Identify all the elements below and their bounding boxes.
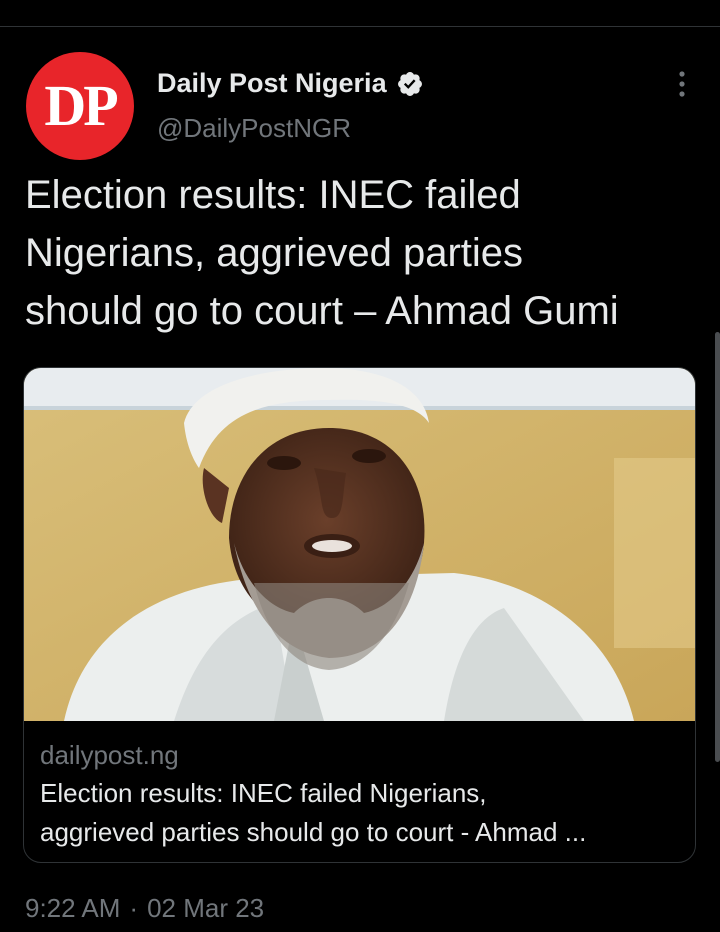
- card-title-line: aggrieved parties should go to court - A…: [40, 817, 587, 847]
- account-handle[interactable]: @DailyPostNGR: [157, 113, 351, 144]
- tweet-text: Election results: INEC failed Nigerians,…: [25, 166, 705, 340]
- tweet-text-line: should go to court – Ahmad Gumi: [25, 289, 619, 333]
- card-domain: dailypost.ng: [40, 740, 179, 770]
- tweet-text-line: Nigerians, aggrieved parties: [25, 231, 524, 275]
- scrollbar[interactable]: [715, 332, 720, 762]
- top-divider: [0, 26, 720, 27]
- tweet-date: 02 Mar 23: [147, 893, 265, 923]
- verified-badge-icon: [397, 71, 422, 96]
- timestamp-separator: ·: [129, 893, 139, 923]
- card-title-line: Election results: INEC failed Nigerians,: [40, 778, 487, 808]
- avatar[interactable]: DP: [26, 52, 134, 160]
- tweet-detail-view: DP Daily Post Nigeria @DailyPostNGR Elec…: [0, 0, 720, 932]
- article-photo: [24, 368, 695, 721]
- display-name[interactable]: Daily Post Nigeria: [157, 68, 387, 99]
- link-preview-card[interactable]: dailypost.ng Election results: INEC fail…: [23, 367, 696, 863]
- tweet-timestamp[interactable]: 9:22 AM · 02 Mar 23: [25, 893, 264, 924]
- tweet-time: 9:22 AM: [25, 893, 121, 923]
- avatar-logo-text: DP: [44, 73, 118, 138]
- more-options-icon[interactable]: [668, 66, 696, 102]
- card-title: Election results: INEC failed Nigerians,…: [40, 774, 680, 852]
- account-name-row: Daily Post Nigeria: [157, 68, 424, 99]
- tweet-text-line: Election results: INEC failed: [25, 173, 521, 217]
